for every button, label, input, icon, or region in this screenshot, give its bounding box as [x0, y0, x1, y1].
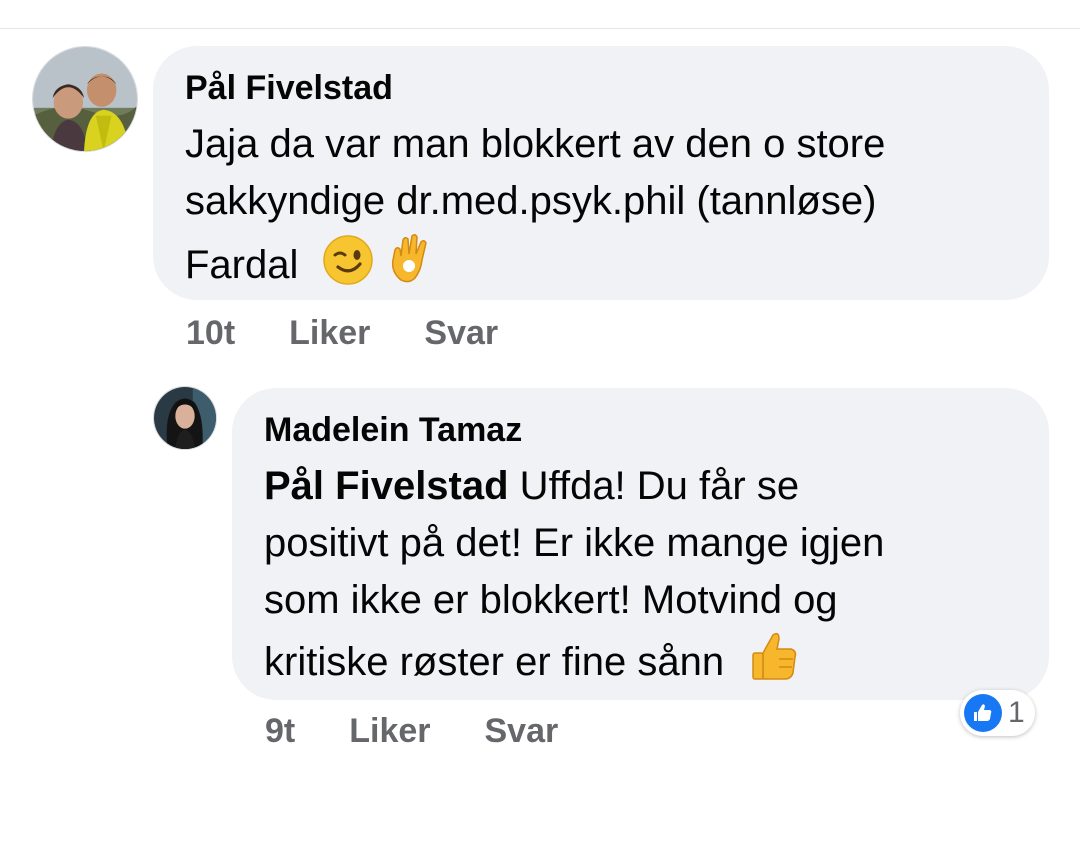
- reaction-summary[interactable]: 1: [960, 690, 1035, 736]
- comment-bubble-2: Madelein Tamaz Pål Fivelstad Uffda! Du f…: [232, 388, 1049, 700]
- reply-button[interactable]: Svar: [424, 314, 498, 353]
- reaction-count: 1: [1008, 696, 1025, 729]
- top-divider: [0, 28, 1080, 29]
- comment-actions-1: 10t Liker Svar: [186, 312, 498, 354]
- thumbs-up-icon: [749, 629, 799, 699]
- comment-text: Jaja da var man blokkert av den o store …: [185, 116, 1017, 302]
- like-button[interactable]: Liker: [289, 314, 370, 353]
- like-reaction-icon: [964, 694, 1002, 732]
- winking-face-icon: [322, 234, 374, 302]
- ok-hand-icon: [385, 230, 437, 302]
- avatar-madelein-tamaz[interactable]: [153, 386, 217, 450]
- avatar-pal-fivelstad[interactable]: [32, 46, 138, 152]
- comment-text-line: Jaja da var man blokkert av den o store: [185, 122, 886, 166]
- comment-author[interactable]: Pål Fivelstad: [185, 68, 1017, 108]
- comment-text-line: Fardal: [185, 243, 299, 287]
- comment-timestamp[interactable]: 9t: [265, 712, 295, 751]
- comment-author[interactable]: Madelein Tamaz: [264, 410, 1017, 450]
- comment-actions-2: 9t Liker Svar: [265, 710, 558, 752]
- avatar-photo: [154, 387, 216, 449]
- like-button[interactable]: Liker: [349, 712, 430, 751]
- comment-text-line: Uffda! Du får se: [508, 464, 800, 508]
- mention-link[interactable]: Pål Fivelstad: [264, 464, 509, 508]
- comment-text-line: sakkyndige dr.med.psyk.phil (tannløse): [185, 179, 877, 223]
- comment-bubble-1: Pål Fivelstad Jaja da var man blokkert a…: [153, 46, 1049, 300]
- comment-text-last-line: kritiske røster er fine sånn: [264, 629, 1017, 699]
- comment-text-last-line: Fardal: [185, 230, 1017, 302]
- comment-text: Pål Fivelstad Uffda! Du får se positivt …: [264, 458, 1017, 699]
- comment-text-line: som ikke er blokkert! Motvind og: [264, 578, 838, 622]
- comment-text-line: kritiske røster er fine sånn: [264, 640, 725, 684]
- comment-text-line: positivt på det! Er ikke mange igjen: [264, 521, 885, 565]
- comment-timestamp[interactable]: 10t: [186, 314, 235, 353]
- reply-button[interactable]: Svar: [485, 712, 559, 751]
- comment-text-first-line: Pål Fivelstad Uffda! Du får se: [264, 458, 1017, 515]
- avatar-photo: [33, 47, 137, 151]
